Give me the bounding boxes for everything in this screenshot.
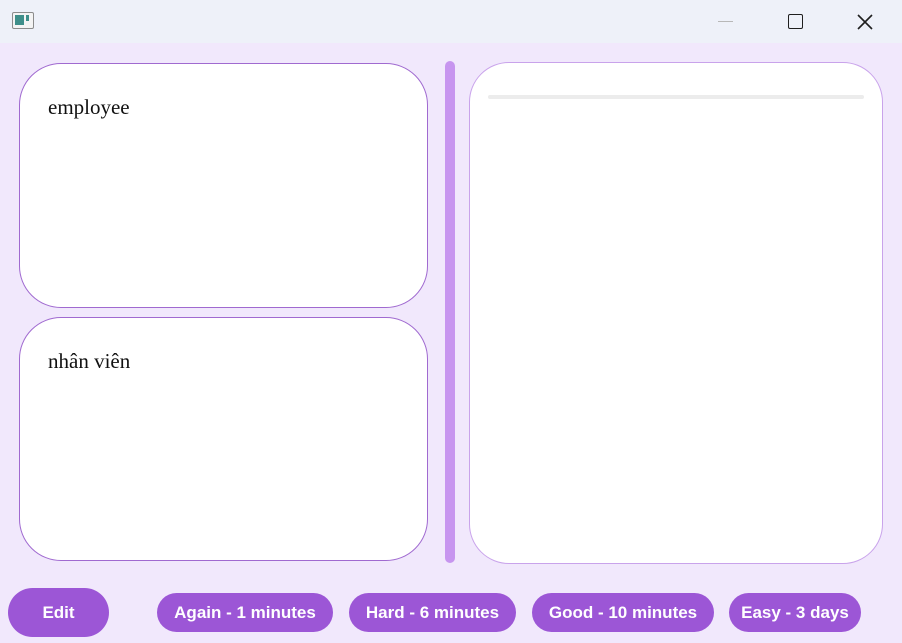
card-back-text: nhân viên (48, 349, 131, 373)
card-front-text: employee (48, 95, 130, 119)
minimize-icon (717, 21, 733, 22)
edit-button[interactable]: Edit (8, 588, 109, 637)
hard-button[interactable]: Hard - 6 minutes (349, 593, 516, 632)
again-button[interactable]: Again - 1 minutes (157, 593, 333, 632)
close-button[interactable] (842, 0, 888, 43)
close-icon (857, 13, 873, 30)
details-panel (469, 62, 883, 564)
easy-button[interactable]: Easy - 3 days (729, 593, 861, 632)
good-button[interactable]: Good - 10 minutes (532, 593, 714, 632)
app-window-icon (12, 12, 34, 29)
panel-divider (488, 95, 864, 99)
maximize-icon (787, 14, 803, 29)
maximize-button[interactable] (772, 0, 818, 43)
card-front-panel: employee (19, 63, 428, 308)
panel-splitter[interactable] (445, 61, 455, 563)
minimize-button[interactable] (702, 0, 748, 43)
card-back-panel: nhân viên (19, 317, 428, 561)
title-bar (0, 0, 902, 43)
